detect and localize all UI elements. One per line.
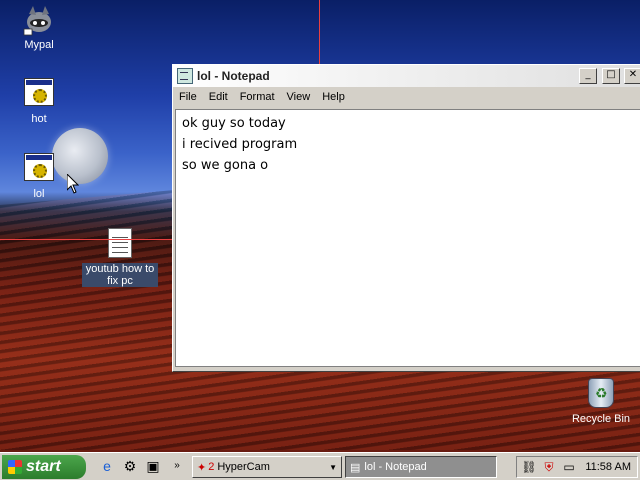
clock[interactable]: 11:58 AM <box>585 461 631 473</box>
network-icon[interactable]: ⛓ <box>521 460 537 474</box>
executable-icon <box>24 78 54 106</box>
executable-icon <box>24 153 54 181</box>
ie-icon[interactable]: e <box>98 457 116 475</box>
recycle-bin-icon <box>588 378 614 408</box>
notepad-window[interactable]: lol - Notepad _ □ ✕ File Edit Format Vie… <box>172 64 640 372</box>
hypercam-icon: ✦ <box>197 461 207 474</box>
system-tray: ⛓ ⛨ ▭ 11:58 AM <box>516 456 638 478</box>
desktop-icon-label: lol <box>33 188 45 200</box>
menu-view[interactable]: View <box>287 91 311 103</box>
menu-help[interactable]: Help <box>322 91 345 103</box>
menu-bar: File Edit Format View Help <box>173 87 640 107</box>
menu-format[interactable]: Format <box>240 91 275 103</box>
task-lol-notepad[interactable]: ▤ lol - Notepad <box>345 456 497 478</box>
text-editor[interactable]: ok guy so today i recived program so we … <box>175 109 640 367</box>
task-hypercam[interactable]: ✦ 2 HyperCam ▼ <box>192 456 342 478</box>
minimize-button[interactable]: _ <box>579 68 597 84</box>
window-title: lol - Notepad <box>197 69 270 83</box>
desktop-icon-label: hot <box>31 113 47 125</box>
text-line: ok guy so today <box>182 116 286 131</box>
desktop-icon-label: youtub how to fix pc <box>82 263 158 287</box>
desktop-icon-recycle-bin[interactable]: Recycle Bin <box>566 378 636 425</box>
monitor-icon[interactable]: ▭ <box>561 460 577 474</box>
chevron-down-icon: ▼ <box>329 462 337 472</box>
start-label: start <box>26 458 61 475</box>
taskbar: start e ⚙ ▣ » ✦ 2 HyperCam ▼ ▤ lol - Not… <box>0 452 640 480</box>
desktop-icon-youtub-how-to-fix-pc[interactable]: youtub how to fix pc <box>82 228 158 287</box>
task-label: HyperCam <box>217 461 270 473</box>
notepad-icon <box>177 68 193 84</box>
notepad-titlebar[interactable]: lol - Notepad <box>173 65 640 87</box>
desktop-icon-lol[interactable]: lol <box>4 153 74 200</box>
text-line: so we gona o <box>182 158 269 173</box>
shield-icon[interactable]: ⛨ <box>541 460 557 475</box>
close-button[interactable]: ✕ <box>624 68 640 84</box>
desktop-icon-label: Mypal <box>24 39 54 51</box>
start-button[interactable]: start <box>2 455 86 479</box>
desktop-icon-label: Recycle Bin <box>571 413 631 425</box>
chevron-right-icon[interactable]: » <box>168 457 186 475</box>
menu-edit[interactable]: Edit <box>209 91 228 103</box>
maximize-button[interactable]: □ <box>602 68 620 84</box>
windows-flag-icon <box>8 460 22 474</box>
window-icon[interactable]: ▣ <box>144 457 162 475</box>
desktop-icon-mypal[interactable]: Mypal <box>4 4 74 51</box>
mypal-raccoon-icon <box>23 4 55 36</box>
desktop-icon-hot[interactable]: hot <box>4 78 74 125</box>
task-count: 2 <box>208 461 215 473</box>
notepad-icon: ▤ <box>350 461 361 474</box>
text-file-icon <box>108 228 132 258</box>
text-line: i recived program <box>182 137 298 152</box>
tool-icon[interactable]: ⚙ <box>121 457 139 475</box>
menu-file[interactable]: File <box>179 91 197 103</box>
task-label: lol - Notepad <box>364 461 427 473</box>
